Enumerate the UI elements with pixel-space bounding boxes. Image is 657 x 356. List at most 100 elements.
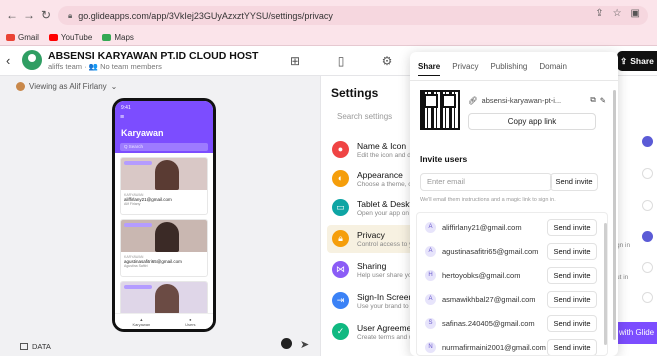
link-icon: 🔗︎ — [468, 95, 478, 105]
settings-item-desc: Edit the icon and d — [357, 152, 411, 159]
settings-item-desc: Create terms and u — [357, 334, 413, 341]
edit-pencil-icon[interactable]: ✎ — [600, 96, 606, 105]
settings-item-appearance[interactable]: ◐ Appearance Choose a theme, c — [327, 165, 417, 193]
send-invite-button[interactable]: Send invite — [547, 219, 597, 236]
radio-selected-icon[interactable] — [642, 231, 653, 242]
send-invite-button[interactable]: Send invite — [547, 315, 597, 332]
tab-users[interactable]: ● Users — [185, 317, 195, 327]
invitee-email: aliffirlany21@gmail.com — [442, 223, 522, 232]
tag-badge — [124, 285, 152, 289]
bookmark-maps[interactable]: Maps — [102, 33, 134, 42]
phone-header: 9:41 ≡ Karyawan Q Search — [115, 101, 213, 153]
forward-arrow-icon[interactable]: → — [21, 8, 37, 22]
layout-grid-icon[interactable]: ⊞ — [286, 52, 304, 70]
data-editor-button[interactable]: DATA — [20, 342, 51, 351]
invitee-list: A aliffirlany21@gmail.com Send invite A … — [416, 212, 608, 356]
list-scrollbar[interactable] — [604, 223, 607, 345]
tab-share[interactable]: Share — [418, 62, 441, 76]
tab-divider — [410, 80, 618, 81]
settings-item-label: Sharing — [357, 261, 387, 271]
user-avatar — [16, 82, 25, 91]
share-popover: Share Privacy Publishing Domain 🔗︎ absen… — [410, 52, 618, 356]
record-icon[interactable] — [281, 338, 292, 349]
settings-item-desc: Open your app on — [357, 210, 410, 217]
bookmark-gmail[interactable]: Gmail — [6, 33, 39, 42]
reload-icon[interactable]: ↻ — [38, 8, 54, 22]
settings-item-label: Sign-In Screen — [357, 292, 414, 302]
radio-icon[interactable] — [642, 168, 653, 179]
phone-search[interactable]: Q Search — [120, 143, 208, 151]
invitee-email: nurmafirmaini2001@gmail.com — [442, 343, 546, 352]
card-image — [121, 158, 207, 190]
share-button[interactable]: ⇪ Share — [617, 51, 657, 71]
send-invite-button[interactable]: Send invite — [547, 339, 597, 355]
settings-item-label: Name & Icon — [357, 141, 407, 151]
list-item: A asmawikhbal27@gmail.com Send invite — [417, 288, 607, 312]
radio-icon[interactable] — [642, 200, 653, 211]
viewing-as-selector[interactable]: Viewing as Alif Firlany ⌄ — [16, 82, 117, 91]
settings-item-tablet-desktop[interactable]: ▭ Tablet & Deskto Open your app on — [327, 194, 417, 222]
settings-gear-icon[interactable]: ⚙ — [378, 52, 396, 70]
app-link-row: 🔗︎ absensi-karyawan-pt-i... ⧉ ✎ — [468, 93, 606, 107]
url-text: go.glideapps.com/app/3VkIej23GUyAzxztYYS… — [78, 10, 333, 21]
bookmark-label: Gmail — [18, 33, 39, 42]
settings-title: Settings — [331, 86, 379, 100]
radio-selected-icon[interactable] — [642, 136, 653, 147]
list-item: A aliffirlany21@gmail.com Send invite — [417, 216, 607, 240]
list-item[interactable]: KARYAWAN aliffirlany21@gmail.com Alif Fi… — [120, 157, 208, 215]
send-invite-button[interactable]: Send invite — [547, 291, 597, 308]
settings-item-user-agreement[interactable]: ✓ User Agreement Create terms and u — [327, 318, 417, 346]
list-item[interactable]: KARYAWAN agustinasafitri65@gmail.com Agu… — [120, 219, 208, 277]
tab-karyawan[interactable]: ▲ Karyawan — [132, 317, 150, 327]
tab-domain[interactable]: Domain — [539, 62, 567, 76]
card-image — [121, 220, 207, 252]
invitee-email: asmawikhbal27@gmail.com — [442, 295, 536, 304]
settings-item-label: Tablet & Deskto — [357, 199, 417, 209]
data-label: DATA — [32, 342, 51, 351]
extension-icon[interactable]: ▣ — [631, 8, 640, 19]
bookmark-star-icon[interactable]: ☆ — [613, 8, 622, 19]
option-text: gn in — [616, 242, 631, 249]
browser-toolbar: ← → ↻ 🔒︎ go.glideapps.com/app/3VkIej23GU… — [0, 0, 657, 30]
menu-icon[interactable]: ≡ — [120, 114, 124, 121]
radio-icon[interactable] — [642, 292, 653, 303]
tab-publishing[interactable]: Publishing — [490, 62, 527, 76]
card-name: Alif Firlany — [124, 202, 141, 206]
phone-preview-icon[interactable]: ▯ — [332, 52, 350, 70]
settings-item-privacy[interactable]: 🔒︎ Privacy Control access to y — [327, 225, 417, 253]
list-item: N nurmafirmaini2001@gmail.com Send invit… — [417, 336, 607, 355]
avatar: S — [425, 318, 436, 329]
send-invite-button[interactable]: Send invite — [547, 243, 597, 260]
share-icon: ⇪ — [620, 55, 628, 66]
radio-icon[interactable] — [642, 262, 653, 273]
popover-scrollbar[interactable] — [613, 90, 616, 340]
list-item: A agustinasafitri65@gmail.com Send invit… — [417, 240, 607, 264]
phone-preview: 9:41 ≡ Karyawan Q Search KARYAWAN aliffi… — [112, 98, 216, 332]
person-photo — [155, 284, 179, 314]
open-external-icon[interactable]: ⧉ — [590, 95, 595, 105]
card-image — [121, 282, 207, 314]
phone-title: Karyawan — [121, 128, 164, 138]
status-bar: 9:41 — [121, 105, 131, 111]
copy-app-link-button[interactable]: Copy app link — [468, 113, 596, 130]
email-input[interactable]: Enter email — [420, 173, 552, 191]
address-bar[interactable]: 🔒︎ go.glideapps.com/app/3VkIej23GUyAzxzt… — [58, 6, 648, 25]
back-chevron-icon[interactable]: ‹ — [6, 53, 10, 68]
chevron-down-icon: ⌄ — [110, 82, 118, 91]
send-invite-button[interactable]: Send invite — [547, 267, 597, 284]
send-invite-button[interactable]: Send invite — [550, 173, 598, 191]
tab-privacy[interactable]: Privacy — [452, 62, 478, 76]
settings-item-name-icon[interactable]: ● Name & Icon Edit the icon and d — [327, 136, 417, 164]
youtube-icon — [48, 34, 58, 41]
gmail-icon — [6, 34, 15, 41]
pointer-icon[interactable]: ➤ — [300, 338, 309, 351]
share-page-icon[interactable]: ⇪ — [595, 8, 603, 19]
card-name: Agustina Safitri — [124, 264, 148, 268]
settings-item-sign-in[interactable]: ⇥ Sign-In Screen Use your brand to — [327, 287, 417, 315]
bookmark-youtube[interactable]: YouTube — [48, 33, 92, 42]
back-arrow-icon[interactable]: ← — [4, 8, 20, 22]
tag-badge — [124, 161, 152, 165]
avatar: A — [425, 222, 436, 233]
monitor-icon: ▭ — [332, 199, 349, 216]
settings-item-sharing[interactable]: ⋈ Sharing Help user share yo — [327, 256, 417, 284]
